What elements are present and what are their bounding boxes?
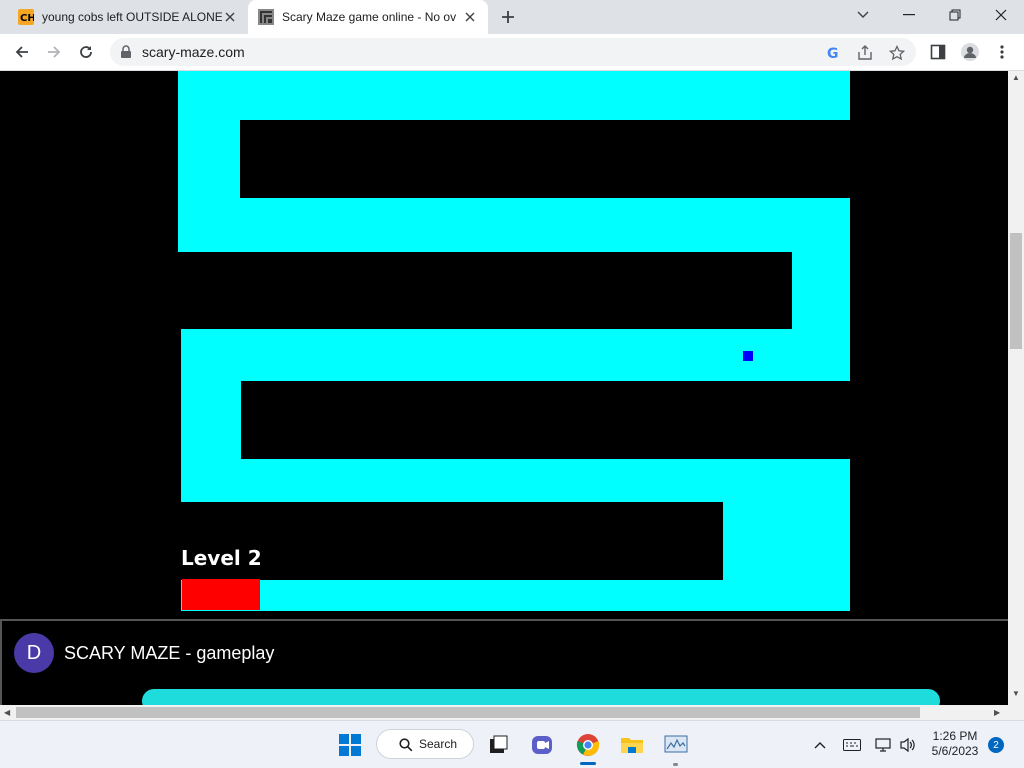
notification-badge[interactable]: 2	[988, 737, 1004, 753]
maze-path	[792, 252, 850, 329]
level-label: Level 2	[181, 546, 262, 570]
file-explorer-icon[interactable]	[616, 729, 648, 761]
video-info-bar: D SCARY MAZE - gameplay	[0, 619, 1008, 705]
ch-icon: CH	[18, 9, 34, 25]
clock-date: 5/6/2023	[931, 744, 979, 758]
volume-icon[interactable]	[892, 729, 924, 761]
search-icon	[399, 738, 413, 752]
horizontal-scroll-thumb[interactable]	[16, 707, 920, 718]
vertical-scroll-thumb[interactable]	[1010, 233, 1022, 349]
active-app-indicator	[580, 762, 596, 765]
page-content: Level 2 D SCARY MAZE - gameplay	[0, 71, 1008, 705]
svg-text:CH: CH	[20, 13, 34, 24]
tab-scary-maze[interactable]: Scary Maze game online - No ov	[248, 0, 488, 34]
forward-button[interactable]	[40, 38, 68, 66]
scroll-down-arrow-icon[interactable]: ▼	[1012, 689, 1020, 698]
maze-icon	[258, 9, 274, 25]
show-hidden-icons-chevron-icon[interactable]	[804, 729, 836, 761]
vertical-scrollbar[interactable]: ▲ ▼	[1008, 71, 1024, 705]
scroll-right-arrow-icon[interactable]: ▶	[994, 708, 1000, 717]
share-icon[interactable]	[856, 44, 874, 62]
new-tab-button[interactable]	[498, 7, 518, 27]
keyboard-icon[interactable]	[836, 729, 868, 761]
video-title[interactable]: SCARY MAZE - gameplay	[64, 643, 274, 664]
tab-strip: CH young cobs left OUTSIDE ALONE Scary M…	[0, 0, 1024, 34]
horizontal-scrollbar[interactable]: ◀ ▶	[0, 705, 1024, 720]
video-preview-strip	[142, 689, 940, 705]
google-icon[interactable]: G	[824, 44, 842, 62]
taskbar-search[interactable]: Search	[376, 729, 474, 759]
app-monitor-icon[interactable]	[660, 729, 692, 761]
profile-icon[interactable]	[956, 38, 984, 66]
close-tab-icon[interactable]	[462, 9, 478, 25]
bookmark-star-icon[interactable]	[888, 44, 906, 62]
browser-toolbar: scary-maze.com G	[0, 34, 1024, 71]
channel-avatar[interactable]: D	[14, 633, 54, 673]
side-panel-icon[interactable]	[924, 38, 952, 66]
maze-wall	[240, 120, 850, 198]
running-app-indicator	[673, 763, 678, 766]
maze-wall	[181, 502, 723, 580]
minimize-button[interactable]	[886, 0, 932, 30]
search-label: Search	[419, 737, 458, 751]
teams-chat-icon[interactable]	[527, 729, 559, 761]
menu-kebab-icon[interactable]	[988, 38, 1016, 66]
windows-start-icon[interactable]	[334, 729, 366, 761]
address-bar[interactable]: scary-maze.com G	[110, 38, 916, 66]
maze-wall	[241, 381, 850, 459]
url-text: scary-maze.com	[142, 44, 245, 60]
player-cursor	[743, 351, 753, 361]
tab-title: young cobs left OUTSIDE ALONE	[42, 10, 222, 24]
tab-title: Scary Maze game online - No ov	[282, 10, 457, 24]
back-button[interactable]	[8, 38, 36, 66]
clock-time: 1:26 PM	[932, 729, 978, 743]
scroll-left-arrow-icon[interactable]: ◀	[4, 708, 10, 717]
system-clock[interactable]: 1:26 PM 5/6/2023	[924, 729, 986, 759]
lock-icon[interactable]	[118, 44, 134, 60]
svg-text:G: G	[827, 46, 839, 61]
tab-search-chevron-icon[interactable]	[840, 0, 886, 30]
task-view-icon[interactable]	[482, 729, 514, 761]
chrome-icon[interactable]	[572, 729, 604, 761]
reload-button[interactable]	[72, 38, 100, 66]
start-box[interactable]	[182, 579, 260, 610]
scroll-up-arrow-icon[interactable]: ▲	[1012, 73, 1020, 82]
restore-button[interactable]	[932, 0, 978, 30]
tab-young-cobs[interactable]: CH young cobs left OUTSIDE ALONE	[8, 0, 248, 34]
windows-taskbar: Search 1:26 PM 5/6/2023 2	[0, 720, 1024, 768]
close-tab-icon[interactable]	[222, 9, 238, 25]
close-window-button[interactable]	[978, 0, 1024, 30]
